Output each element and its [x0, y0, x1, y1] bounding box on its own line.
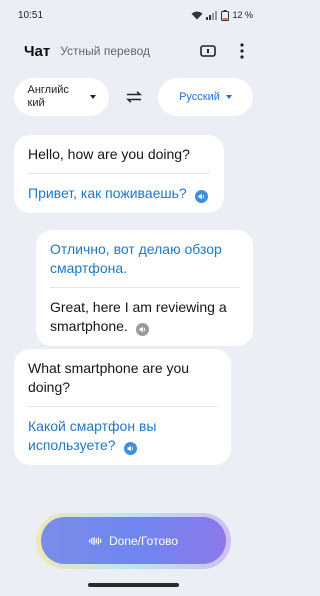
message-divider [50, 287, 239, 288]
message-divider [28, 173, 210, 174]
message-translation-text: Привет, как поживаешь? [28, 185, 187, 201]
swap-icon [125, 91, 142, 103]
source-language-select[interactable]: Английс кий [14, 78, 109, 116]
battery-level: 12 % [232, 10, 253, 20]
speaker-icon[interactable] [123, 442, 137, 455]
message-translation-text: Какой смартфон вы используете? [28, 418, 157, 453]
screen-button[interactable] [197, 40, 219, 62]
chevron-down-icon [225, 95, 232, 99]
message-original-text: What smartphone are you doing? [28, 360, 190, 395]
target-language-select[interactable]: Русский [158, 78, 253, 116]
source-language-label: Английс кий [27, 84, 69, 109]
message-translation-text: Отлично, вот делаю обзор смартфона. [50, 241, 222, 276]
home-indicator[interactable] [88, 583, 179, 587]
message-original-text: Hello, how are you doing? [28, 146, 190, 162]
message-original-line: Great, here I am reviewing a smartphone. [50, 298, 239, 336]
more-options-button[interactable] [231, 40, 253, 62]
language-selector-row: Английс кий Русский [14, 78, 253, 116]
waveform-icon [88, 536, 102, 545]
tab-chat[interactable]: Чат [24, 43, 50, 60]
speaker-icon[interactable] [194, 190, 208, 203]
chevron-down-icon [89, 95, 96, 99]
tab-voice-translation[interactable]: Устный перевод [60, 44, 150, 58]
battery-icon [221, 9, 230, 21]
message-translation-line: Привет, как поживаешь? [28, 184, 210, 203]
status-time: 10:51 [18, 9, 44, 21]
header: Чат Устный перевод [0, 36, 267, 66]
wifi-icon [191, 11, 203, 19]
status-icons: 12 % [191, 9, 253, 21]
status-bar: 10:51 12 % [0, 0, 267, 30]
message-divider [28, 406, 217, 407]
screen-icon [200, 45, 216, 57]
done-button-label: Done/Готово [108, 533, 179, 548]
more-vert-icon [240, 43, 244, 59]
speaker-icon[interactable] [135, 323, 149, 336]
message-bubble: Отлично, вот делаю обзор смартфона. Grea… [36, 230, 253, 346]
target-language-label: Русский [179, 90, 220, 103]
message-bubble: What smartphone are you doing? Какой сма… [14, 349, 231, 465]
done-button[interactable]: Done/Готово [41, 517, 226, 564]
message-bubble: Hello, how are you doing? Привет, как по… [14, 135, 224, 213]
signal-icon [206, 10, 218, 20]
message-translation-line: Какой смартфон вы используете? [28, 417, 217, 455]
swap-languages-button[interactable] [119, 82, 149, 112]
